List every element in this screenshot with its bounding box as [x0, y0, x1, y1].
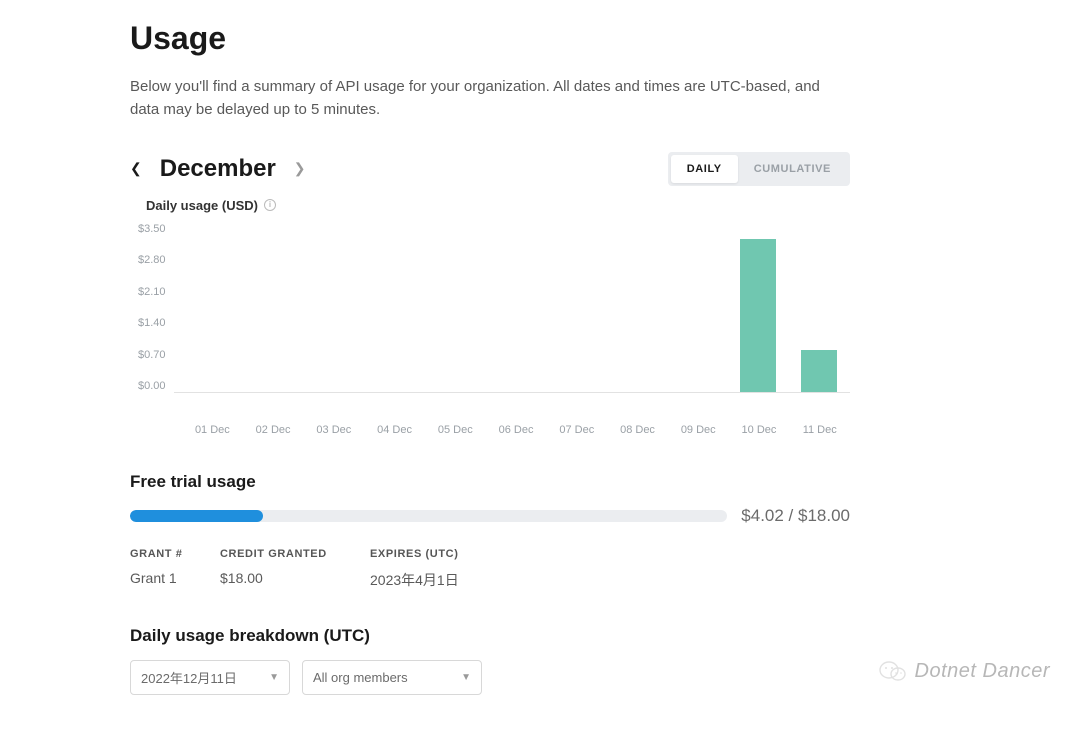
x-tick: 05 Dec	[425, 424, 486, 436]
chart-x-axis: 01 Dec02 Dec03 Dec04 Dec05 Dec06 Dec07 D…	[182, 424, 850, 436]
bar-slot	[420, 223, 482, 392]
bar-slot	[727, 223, 789, 392]
x-tick: 01 Dec	[182, 424, 243, 436]
breakdown-title: Daily usage breakdown (UTC)	[130, 626, 850, 646]
chart-title: Daily usage (USD) i	[146, 198, 850, 213]
chart-plot	[174, 223, 850, 393]
x-tick: 11 Dec	[789, 424, 850, 436]
y-tick: $0.00	[138, 380, 166, 392]
bar-slot	[174, 223, 236, 392]
bar-slot	[481, 223, 543, 392]
prev-month-button[interactable]: ❮	[130, 160, 142, 177]
grant-table-header: GRANT # CREDIT GRANTED EXPIRES (UTC)	[130, 548, 850, 560]
wechat-icon	[879, 659, 907, 683]
bar-slot	[604, 223, 666, 392]
free-trial-title: Free trial usage	[130, 472, 850, 492]
chevron-down-icon: ▼	[461, 672, 471, 683]
month-nav: ❮ December ❯	[130, 155, 306, 183]
date-select[interactable]: 2022年12月11日 ▼	[130, 660, 290, 695]
bar-slot	[297, 223, 359, 392]
info-icon[interactable]: i	[264, 199, 276, 211]
bar-slot	[235, 223, 297, 392]
chevron-down-icon: ▼	[269, 672, 279, 683]
date-select-value: 2022年12月11日	[141, 668, 237, 687]
page-description: Below you'll find a summary of API usage…	[130, 75, 830, 122]
header-expires: EXPIRES (UTC)	[370, 548, 520, 560]
daily-toggle[interactable]: DAILY	[671, 155, 738, 183]
cell-grant: Grant 1	[130, 570, 200, 590]
x-tick: 02 Dec	[243, 424, 304, 436]
x-tick: 03 Dec	[303, 424, 364, 436]
month-row: ❮ December ❯ DAILY CUMULATIVE	[130, 152, 850, 186]
members-select-value: All org members	[313, 670, 408, 685]
y-tick: $2.80	[138, 254, 166, 266]
grant-table: GRANT # CREDIT GRANTED EXPIRES (UTC) Gra…	[130, 548, 850, 590]
trial-usage-value: $4.02 / $18.00	[741, 506, 850, 526]
x-tick: 04 Dec	[364, 424, 425, 436]
members-select[interactable]: All org members ▼	[302, 660, 482, 695]
chart-title-text: Daily usage (USD)	[146, 198, 258, 213]
bar[interactable]	[740, 239, 776, 391]
watermark: Dotnet Dancer	[879, 659, 1050, 683]
cell-expires: 2023年4月1日	[370, 570, 520, 590]
x-tick: 09 Dec	[668, 424, 729, 436]
x-tick: 07 Dec	[546, 424, 607, 436]
trial-progress-bar	[130, 510, 727, 522]
bar-slot	[666, 223, 728, 392]
cumulative-toggle[interactable]: CUMULATIVE	[738, 155, 847, 183]
trial-progress-fill	[130, 510, 263, 522]
y-tick: $3.50	[138, 223, 166, 235]
cell-credit: $18.00	[220, 570, 350, 590]
breakdown-selectors: 2022年12月11日 ▼ All org members ▼	[130, 660, 850, 695]
free-trial-row: $4.02 / $18.00	[130, 506, 850, 526]
daily-usage-chart: Daily usage (USD) i $3.50 $2.80 $2.10 $1.40…	[138, 198, 850, 436]
x-tick: 06 Dec	[486, 424, 547, 436]
header-grant: GRANT #	[130, 548, 200, 560]
chart-y-axis: $3.50 $2.80 $2.10 $1.40 $0.70 $0.00	[138, 223, 174, 393]
y-tick: $0.70	[138, 349, 166, 361]
x-tick: 10 Dec	[729, 424, 790, 436]
header-credit: CREDIT GRANTED	[220, 548, 350, 560]
bar[interactable]	[801, 350, 837, 392]
bar-slot	[358, 223, 420, 392]
bar-slot	[543, 223, 605, 392]
month-label: December	[160, 155, 276, 183]
x-tick: 08 Dec	[607, 424, 668, 436]
page-title: Usage	[130, 20, 850, 57]
y-tick: $1.40	[138, 317, 166, 329]
grant-table-row: Grant 1 $18.00 2023年4月1日	[130, 570, 850, 590]
bar-slot	[789, 223, 851, 392]
next-month-button[interactable]: ❯	[294, 160, 306, 177]
view-toggle-group: DAILY CUMULATIVE	[668, 152, 850, 186]
watermark-text: Dotnet Dancer	[915, 660, 1050, 683]
y-tick: $2.10	[138, 286, 166, 298]
